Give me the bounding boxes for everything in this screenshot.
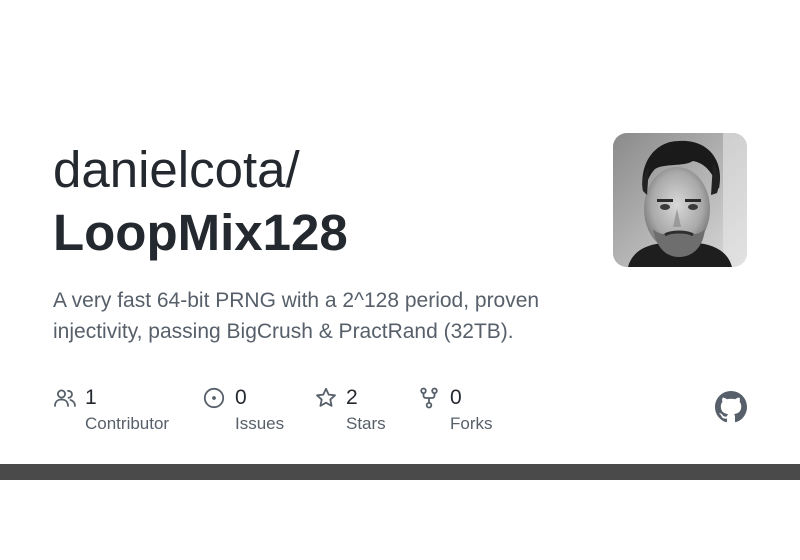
issue-icon bbox=[203, 387, 225, 409]
issues-label: Issues bbox=[235, 414, 285, 433]
footer-color-bar bbox=[0, 464, 800, 480]
contributors-count: 1 bbox=[85, 386, 97, 409]
repo-name: LoopMix128 bbox=[53, 204, 348, 261]
stat-issues[interactable]: 0 Issues bbox=[202, 382, 302, 442]
repo-owner: danielcota/ bbox=[53, 141, 300, 198]
stat-contributors[interactable]: 1 Contributor bbox=[53, 382, 193, 442]
forks-count: 0 bbox=[450, 386, 462, 409]
github-icon[interactable] bbox=[715, 391, 747, 423]
star-icon bbox=[316, 387, 336, 407]
stars-count: 2 bbox=[346, 386, 358, 409]
stat-forks[interactable]: 0 Forks bbox=[417, 382, 507, 442]
contributors-label: Contributor bbox=[85, 414, 170, 433]
social-preview-card: danielcota/ LoopMix128 A very fast 64-bi… bbox=[0, 0, 800, 560]
stars-label: Stars bbox=[346, 414, 386, 433]
forks-label: Forks bbox=[450, 414, 493, 433]
stat-stars[interactable]: 2 Stars bbox=[314, 382, 404, 442]
avatar-photo bbox=[613, 133, 747, 267]
owner-avatar bbox=[613, 133, 747, 267]
fork-icon bbox=[420, 387, 438, 409]
repo-description: A very fast 64-bit PRNG with a 2^128 per… bbox=[53, 289, 540, 343]
people-icon bbox=[54, 389, 76, 407]
issues-count: 0 bbox=[235, 386, 247, 409]
